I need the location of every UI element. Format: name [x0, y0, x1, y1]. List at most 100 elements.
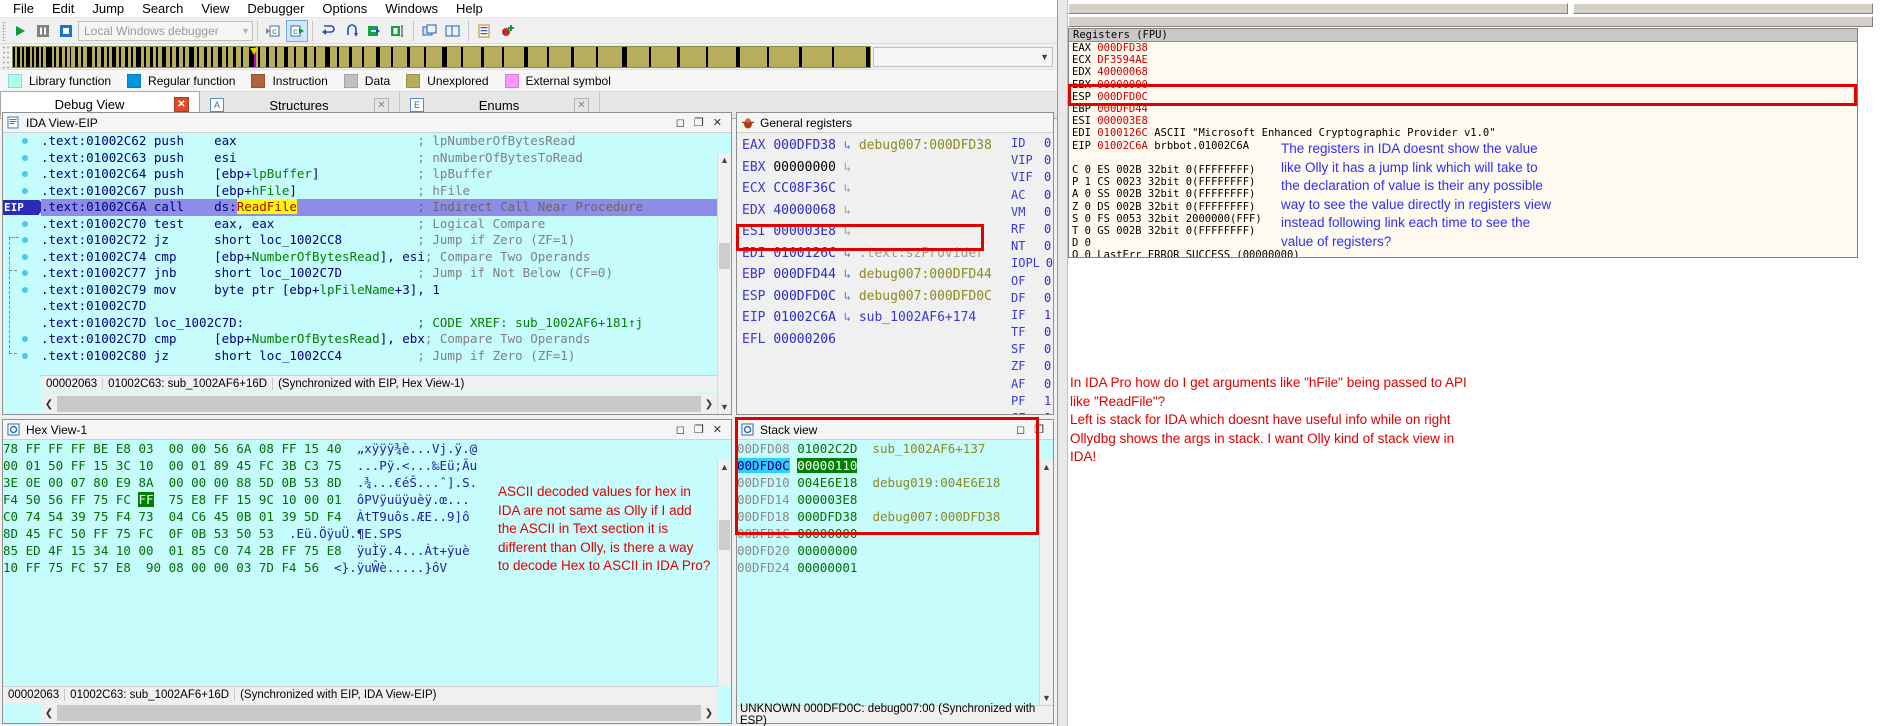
close-icon[interactable]: ✕ [713, 116, 722, 129]
scroll-up-icon[interactable]: ▲ [718, 153, 731, 167]
menu-item-options[interactable]: Options [313, 0, 376, 17]
breakpoint-dot[interactable] [22, 138, 28, 144]
jump-link-icon[interactable]: ↳ [844, 138, 851, 152]
disassembly-line[interactable]: .text:01002C63 push esi ; nNumberOfBytes… [41, 150, 717, 167]
flag-list[interactable]: ID 0 VIP 0 VIF 0 AC 0 VM 0 RF 0 NT 0 IOPL 0 OF 0 DF 0 IF 1 TF 0… [1011, 135, 1053, 414]
olly-register-row[interactable]: ESP 000DFD0C [1069, 91, 1857, 103]
add-breakpoint-icon[interactable] [497, 20, 519, 42]
disassembly-line[interactable]: .text:01002C62 push eax ; lpNumberOfByte… [41, 133, 717, 150]
minimize-icon[interactable]: ◻ [676, 116, 685, 129]
flag-row[interactable]: PF 1 [1011, 393, 1053, 410]
restore-icon[interactable]: ❐ [694, 423, 704, 436]
disassembly-line[interactable]: .text:01002C74 cmp [ebp+NumberOfBytesRea… [41, 249, 717, 266]
breakpoint-dot[interactable] [22, 171, 28, 177]
toolbar-grip[interactable] [2, 20, 6, 41]
olly-register-row[interactable]: EAX 000DFD38 [1069, 42, 1857, 54]
scroll-up-icon[interactable]: ▲ [718, 460, 731, 474]
menu-item-jump[interactable]: Jump [83, 0, 133, 17]
olly-register-row[interactable]: EBX 00000000 [1069, 79, 1857, 91]
register-row[interactable]: EBX 00000000 ↳ [737, 157, 1013, 179]
register-row[interactable]: ESI 000003E8 ↳ [737, 221, 1013, 243]
stack-row[interactable]: 00DFD08 01002C2D sub_1002AF6+137 [737, 440, 1039, 457]
minimize-icon[interactable]: ◻ [1016, 423, 1025, 436]
stack-row[interactable]: 00DFD20 00000000 [737, 542, 1039, 559]
flag-row[interactable]: TF 0 [1011, 324, 1053, 341]
breakpoint-dot[interactable] [22, 270, 28, 276]
flag-row[interactable]: VIP 0 [1011, 152, 1053, 169]
jump-link-icon[interactable]: ↳ [844, 289, 851, 303]
scroll-down-icon[interactable]: ▼ [718, 400, 731, 414]
stack-row[interactable]: 00DFD18 000DFD38 debug007:000DFD38 [737, 508, 1039, 525]
menu-item-view[interactable]: View [192, 0, 238, 17]
disassembly-line[interactable]: .text:01002C67 push [ebp+hFile] ; hFile [41, 183, 717, 200]
menu-item-search[interactable]: Search [133, 0, 192, 17]
disassembly-line[interactable]: .text:01002C64 push [ebp+lpBuffer] ; lpB… [41, 166, 717, 183]
hex-row[interactable]: 78 FF FF FF BE E8 03 00 00 56 6A 08 FF 1… [3, 440, 717, 457]
breakpoint-dot[interactable] [22, 220, 28, 227]
flag-row[interactable]: AC 0 [1011, 187, 1053, 204]
breakpoint-dot[interactable] [22, 253, 28, 260]
scroll-left-icon[interactable]: ❮ [41, 399, 57, 410]
close-icon[interactable]: ✕ [713, 423, 722, 436]
flag-row[interactable]: ID 0 [1011, 135, 1053, 152]
menu-item-help[interactable]: Help [447, 0, 492, 17]
breakpoint-dot[interactable] [22, 286, 28, 293]
breakpoint-dot[interactable] [22, 154, 28, 161]
menu-item-file[interactable]: File [4, 0, 43, 17]
flag-row[interactable]: NT 0 [1011, 238, 1053, 255]
breakpoint-list-icon[interactable] [474, 20, 496, 42]
olly-toolbar-strip[interactable] [1068, 3, 1568, 14]
disassembly-line[interactable]: .text:01002C7D [41, 298, 717, 315]
flag-row[interactable]: ZF 0 [1011, 358, 1053, 375]
register-list[interactable]: EAX 000DFD38 ↳ debug007:000DFD38 EBX 0000… [737, 135, 1013, 414]
step-over-icon[interactable] [341, 20, 363, 42]
continue-button[interactable]: c [286, 19, 308, 42]
hscroll-track[interactable] [57, 396, 701, 412]
navigator-combo[interactable]: ▼ [873, 46, 1053, 67]
flag-row[interactable]: CF0 [1011, 410, 1053, 414]
olly-register-row[interactable]: ECX DF3594AE [1069, 54, 1857, 66]
register-row[interactable]: EFL 00000206 [737, 329, 1013, 351]
flag-row[interactable]: AF 0 [1011, 376, 1053, 393]
disassembly-line[interactable]: .text:01002C77 jnb short loc_1002C7D ; J… [41, 265, 717, 282]
flag-row[interactable]: VM 0 [1011, 204, 1053, 221]
restore-icon[interactable]: ❐ [694, 116, 704, 129]
jump-link-icon[interactable]: ↳ [844, 246, 851, 260]
stack-row[interactable]: 00DFD1C 00000000 [737, 525, 1039, 542]
breakpoint-dot[interactable] [22, 336, 28, 342]
olly-register-row[interactable]: EDX 40000068 [1069, 66, 1857, 78]
olly-register-row[interactable]: EDI 0100126C ASCII "Microsoft Enhanced C… [1069, 127, 1857, 139]
menu-item-edit[interactable]: Edit [43, 0, 83, 17]
flag-row[interactable]: IOPL 0 [1011, 255, 1053, 272]
windows-cascade-icon[interactable] [419, 20, 441, 42]
scroll-right-icon[interactable]: ❯ [701, 399, 717, 410]
scroll-thumb[interactable] [719, 243, 730, 269]
tab-close-icon[interactable]: ✕ [174, 97, 189, 112]
olly-toolbar-strip-2[interactable] [1573, 3, 1873, 14]
stack-vscrollbar[interactable]: ▲ ▼ [1039, 460, 1053, 705]
run-until-return-icon[interactable] [387, 20, 409, 42]
disassembly-line[interactable]: .text:01002C7D loc_1002C7D: ; CODE XREF:… [41, 315, 717, 332]
run-button[interactable] [9, 20, 31, 42]
ida-view-vscrollbar[interactable]: ▲ ▼ [717, 153, 731, 414]
register-row[interactable]: EAX 000DFD38 ↳ debug007:000DFD38 [737, 135, 1013, 157]
stack-row[interactable]: 00DFD0C 00000110 [737, 457, 1039, 474]
hscroll-track[interactable] [57, 705, 701, 721]
disassembly-line[interactable]: .text:01002C7D cmp [ebp+NumberOfBytesRea… [41, 331, 717, 348]
windows-tile-icon[interactable] [442, 20, 464, 42]
navigator-band[interactable] [12, 45, 871, 68]
register-row[interactable]: EDX 40000068 ↳ [737, 200, 1013, 222]
disassembly-line[interactable]: .text:01002C80 jz short loc_1002CC4 ; Ju… [41, 348, 717, 365]
ida-view-hscrollbar[interactable]: ❮ ❯ [41, 394, 717, 414]
flag-row[interactable]: RF 0 [1011, 221, 1053, 238]
navigator-grip[interactable] [2, 44, 10, 69]
flag-row[interactable]: SF 0 [1011, 341, 1053, 358]
tab-close-icon[interactable]: ✕ [574, 97, 589, 113]
stack-row[interactable]: 00DFD14 000003E8 [737, 491, 1039, 508]
jump-link-icon[interactable]: ↳ [844, 267, 851, 281]
stack-rows[interactable]: 00DFD08 01002C2D sub_1002AF6+137 00DFD0C … [737, 440, 1039, 705]
hex-row[interactable]: 00 01 50 FF 15 3C 10 00 01 89 45 FC 3B C… [3, 457, 717, 474]
disassembly-area[interactable]: .text:01002C62 push eax ; lpNumberOfByte… [41, 133, 717, 374]
minimize-icon[interactable]: ◻ [676, 423, 685, 436]
tab-close-icon[interactable]: ✕ [374, 97, 389, 113]
